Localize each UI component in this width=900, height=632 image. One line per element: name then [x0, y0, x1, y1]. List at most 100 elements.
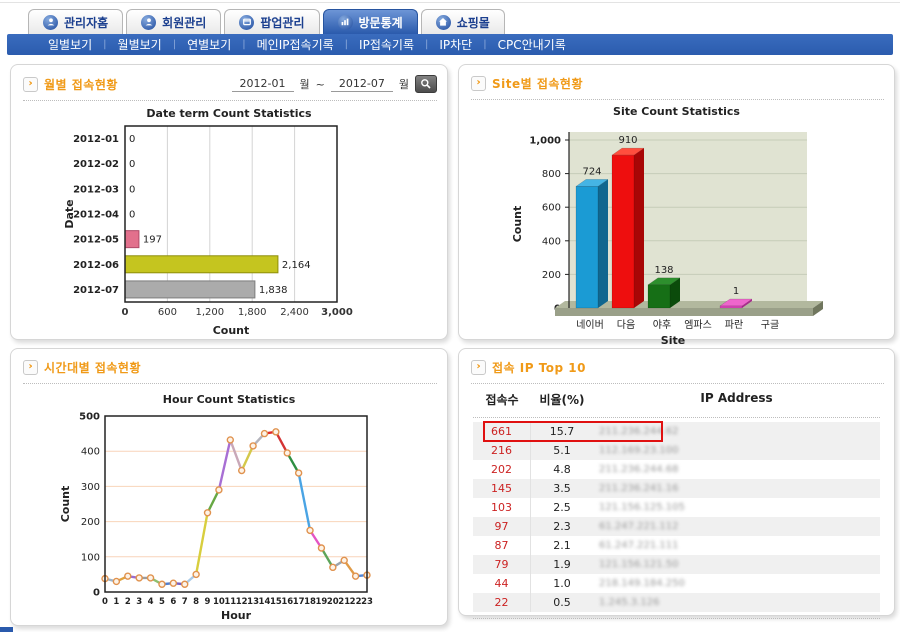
svg-text:2012-03: 2012-03: [73, 184, 119, 195]
panel-site-access: › Site별 접속현황 Site Count Statistics 02004…: [458, 64, 895, 340]
tab-visit-stats[interactable]: 방문통계: [323, 9, 418, 34]
hourly-chart-area: Hour Count Statistics 010020030040050001…: [11, 393, 447, 630]
tab-label: 회원관리: [162, 14, 206, 31]
arrow-bullet-icon: ›: [471, 360, 486, 375]
ip-count-value[interactable]: 103: [473, 498, 531, 517]
svg-text:야후: 야후: [652, 319, 670, 331]
date-range-controls: 월 ~ 월: [232, 75, 437, 93]
svg-text:구글: 구글: [760, 319, 778, 331]
ip-ratio-value: 15.7: [531, 425, 593, 438]
svg-text:17: 17: [292, 597, 304, 607]
ip-address-value: 218.149.184.250: [593, 578, 880, 589]
svg-text:1,200: 1,200: [195, 307, 224, 318]
main-tab-bar: 관리자홈 회원관리 팝업관리 방문통계 쇼핑몰: [28, 8, 508, 34]
tab-members[interactable]: 회원관리: [126, 9, 221, 34]
subnav-item-2[interactable]: 월별보기: [107, 36, 173, 53]
svg-text:16: 16: [281, 597, 293, 607]
tab-label: 쇼핑몰: [457, 14, 490, 31]
ip-ratio-value: 2.5: [531, 501, 593, 514]
ip-table-header: 접속수 비율(%) IP Address: [473, 385, 880, 418]
ip-ratio-value: 4.8: [531, 463, 593, 476]
ip-count-value[interactable]: 145: [473, 479, 531, 498]
ip-address-value: 211.236.241.16: [593, 483, 880, 494]
tab-popup[interactable]: 팝업관리: [224, 9, 319, 34]
ip-table-row: 972.361.247.221.112: [473, 517, 880, 536]
svg-text:Site: Site: [660, 334, 684, 347]
svg-text:200: 200: [541, 270, 560, 281]
ip-count-value[interactable]: 661: [473, 422, 531, 441]
ip-table-row: 872.161.247.221.111: [473, 536, 880, 555]
tab-label: 팝업관리: [260, 14, 304, 31]
search-button[interactable]: [415, 75, 437, 93]
month-unit-label-2: 월: [399, 76, 409, 92]
tab-label: 방문통계: [359, 14, 403, 31]
top-divider: [0, 2, 900, 3]
footer-bar-fragment: [0, 627, 13, 632]
site-bar-chart: 02004006008001,000724네이버910다음138야후엠파스1파란…: [507, 120, 847, 352]
svg-text:600: 600: [541, 203, 560, 214]
svg-text:엠파스: 엠파스: [684, 319, 712, 331]
svg-text:7: 7: [181, 597, 187, 607]
svg-text:14: 14: [258, 597, 270, 607]
ip-table-row: 1032.5121.156.125.105: [473, 498, 880, 517]
subnav-item-6[interactable]: IP차단: [428, 36, 483, 53]
magnifier-icon: [420, 78, 432, 90]
date-from-input[interactable]: [232, 76, 294, 92]
svg-text:12: 12: [235, 597, 247, 607]
subnav-item-7[interactable]: CPC안내기록: [487, 36, 577, 53]
svg-text:2,400: 2,400: [280, 307, 309, 318]
date-to-input[interactable]: [331, 76, 393, 92]
ip-address-value: 61.247.221.112: [593, 521, 880, 532]
ip-address-value: 121.156.121.50: [593, 559, 880, 570]
site-chart-title: Site Count Statistics: [613, 105, 740, 118]
subnav-item-3[interactable]: 연별보기: [176, 36, 242, 53]
hourly-chart-title: Hour Count Statistics: [163, 393, 296, 406]
panel-monthly-access: › 월별 접속현황 월 ~ 월 Date term Count Statisti…: [10, 64, 448, 340]
svg-text:Hour: Hour: [220, 609, 251, 622]
subnav-item-5[interactable]: IP접속기록: [348, 36, 425, 53]
ip-ratio-value: 3.5: [531, 482, 593, 495]
svg-text:Count: Count: [59, 486, 72, 523]
svg-text:400: 400: [541, 236, 560, 247]
svg-text:9: 9: [204, 597, 210, 607]
svg-text:8: 8: [193, 597, 199, 607]
ip-count-value[interactable]: 79: [473, 555, 531, 574]
ip-count-value[interactable]: 216: [473, 441, 531, 460]
svg-text:0: 0: [102, 597, 108, 607]
ip-count-value[interactable]: 202: [473, 460, 531, 479]
arrow-bullet-icon: ›: [23, 77, 38, 92]
svg-text:724: 724: [582, 166, 601, 177]
svg-text:1,800: 1,800: [238, 307, 267, 318]
ip-count-value[interactable]: 97: [473, 517, 531, 536]
ip-ratio-value: 5.1: [531, 444, 593, 457]
svg-text:1,000: 1,000: [529, 136, 561, 147]
svg-text:Count: Count: [213, 324, 250, 337]
ip-address-value: 211.236.244.62: [593, 426, 880, 437]
hourly-line-chart: 0100200300400500012345678910111213141516…: [57, 408, 402, 630]
panel-hourly-access: › 시간대별 접속현황 Hour Count Statistics 010020…: [10, 348, 448, 626]
svg-text:0: 0: [129, 159, 135, 170]
tab-shop[interactable]: 쇼핑몰: [421, 9, 505, 34]
svg-text:2012-07: 2012-07: [73, 285, 119, 296]
ip-address-value: 61.247.221.111: [593, 540, 880, 551]
subnav-item-4[interactable]: 메인IP접속기록: [246, 36, 345, 53]
svg-text:다음: 다음: [616, 319, 634, 331]
subnav-item-1[interactable]: 일별보기: [37, 36, 103, 53]
ip-count-value[interactable]: 22: [473, 593, 531, 612]
panel-hourly-header: › 시간대별 접속현황: [23, 359, 437, 384]
ip-count-value[interactable]: 44: [473, 574, 531, 593]
ip-ratio-value: 2.1: [531, 539, 593, 552]
ip-ratio-value: 1.0: [531, 577, 593, 590]
ip-ratio-value: 2.3: [531, 520, 593, 533]
svg-text:2012-05: 2012-05: [73, 235, 119, 246]
svg-text:2012-04: 2012-04: [73, 210, 119, 221]
ip-count-value[interactable]: 87: [473, 536, 531, 555]
svg-text:2: 2: [124, 597, 130, 607]
panel-monthly-header: › 월별 접속현황 월 ~ 월: [23, 75, 437, 101]
monthly-chart-area: Date term Count Statistics 06001,2001,80…: [11, 107, 447, 350]
svg-text:13: 13: [247, 597, 259, 607]
svg-text:0: 0: [129, 134, 135, 145]
tab-admin-home[interactable]: 관리자홈: [28, 9, 123, 34]
tab-label: 관리자홈: [64, 14, 108, 31]
popup-icon: [239, 15, 254, 30]
